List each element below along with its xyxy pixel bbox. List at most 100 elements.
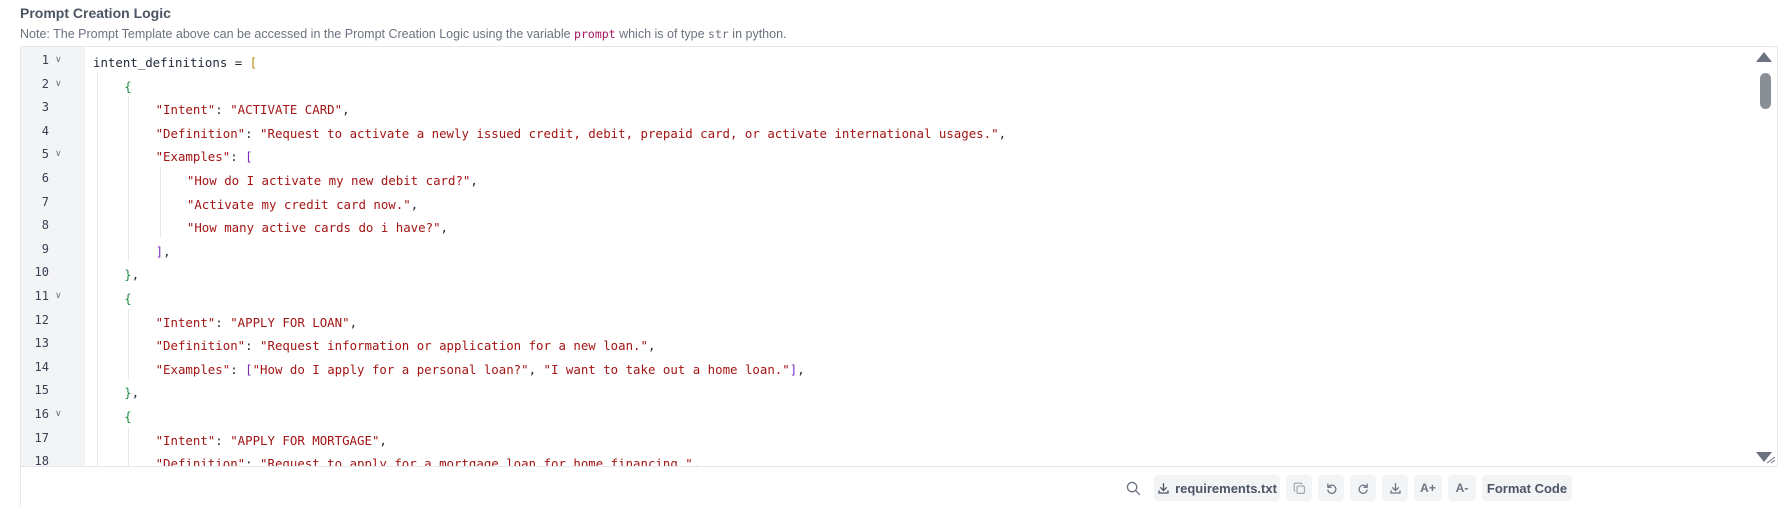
code-text: "Examples": ["How do I apply for a perso… [156, 362, 805, 377]
code-line[interactable]: 9], [21, 237, 1751, 262]
indent-guide [97, 403, 98, 427]
code-line[interactable]: 14 "Examples": ["How do I apply for a per… [21, 355, 1751, 380]
template-note: Note: The Prompt Template above can be a… [20, 27, 787, 41]
vertical-scrollbar[interactable] [1756, 47, 1778, 466]
code-line[interactable]: 16 ∨ { [21, 403, 1751, 427]
indent-guide [159, 190, 161, 215]
code-token: "APPLY FOR LOAN" [230, 314, 350, 330]
indent-guide [97, 332, 98, 356]
line-number: 12 [34, 312, 49, 327]
code-text: { [124, 291, 131, 306]
fold-chevron-icon[interactable]: ∨ [55, 55, 62, 65]
code-editor: 1 ∨ intent_definitions = [2 ∨{3 "Intent": "A… [20, 46, 1778, 508]
font-increase-label: A+ [1420, 481, 1436, 495]
indent-guide [97, 426, 98, 451]
redo-icon [1358, 482, 1368, 494]
code-line[interactable]: 10}, [21, 261, 1751, 285]
format-code-button[interactable]: Format Code [1482, 475, 1572, 501]
fold-chevron-icon[interactable]: ∨ [55, 149, 62, 159]
scroll-up-arrow[interactable] [1756, 52, 1772, 62]
code-line[interactable]: 11 ∨ { [21, 285, 1751, 309]
code-token: [ [249, 55, 258, 70]
code-token: "ACTIVATE CARD" [230, 102, 343, 118]
code-line[interactable]: 12 "Intent": "APPLY FOR LOAN", [21, 308, 1751, 333]
line-number: 3 [41, 100, 49, 115]
font-increase-button[interactable]: A+ [1414, 475, 1442, 501]
download-button[interactable] [1382, 475, 1408, 501]
search-button[interactable] [1120, 475, 1146, 501]
code-text: }, [124, 267, 139, 282]
line-number: 1 [41, 53, 49, 67]
code-token: , [797, 361, 805, 377]
requirements-button[interactable]: requirements.txt [1154, 475, 1280, 501]
requirements-label: requirements.txt [1175, 480, 1277, 496]
code-line[interactable]: 6 "How do I activate my new debit card?", [21, 167, 1751, 191]
code-token: : [245, 338, 261, 354]
code-token: { [124, 409, 132, 424]
note-text-after: in python. [732, 27, 787, 41]
code-token: , [410, 196, 419, 212]
indent-guide [97, 308, 98, 333]
indent-guide [97, 355, 98, 380]
line-number: 13 [34, 336, 49, 351]
undo-button[interactable] [1318, 475, 1344, 501]
font-decrease-button[interactable]: A- [1448, 475, 1476, 501]
line-number: 9 [41, 241, 49, 256]
fold-chevron-icon[interactable]: ∨ [55, 291, 62, 301]
code-text: "Intent": "APPLY FOR MORTGAGE", [156, 433, 387, 448]
code-text: { [124, 79, 131, 94]
code-text: { [124, 409, 131, 424]
indent-guide [128, 190, 130, 215]
indent-guide [97, 143, 98, 167]
undo-icon [1326, 482, 1336, 494]
line-number: 7 [41, 194, 49, 209]
code-token: } [124, 267, 132, 283]
code-token: "Activate my credit card now." [186, 196, 411, 212]
code-line[interactable]: 3 "Intent": "ACTIVATE CARD", [21, 96, 1751, 120]
code-line[interactable]: 2 ∨ { [21, 72, 1751, 97]
code-text: "Definition": "Request to activate a new… [156, 126, 1006, 141]
code-token: : [215, 432, 231, 448]
code-token: "Request to activate a newly issued cred… [260, 125, 999, 141]
code-token: "Definition" [155, 125, 246, 141]
code-token: : [245, 456, 261, 466]
code-line[interactable]: 17 "Intent": "APPLY FOR MORTGAGE", [21, 426, 1751, 451]
code-line[interactable]: 4 "Definition": "Request to activate a ne… [21, 119, 1751, 144]
code-line[interactable]: 8 "How many active cards do i have?", [21, 214, 1751, 238]
code-token: , [440, 220, 448, 236]
scroll-thumb[interactable] [1760, 73, 1771, 109]
indent-guide [128, 96, 130, 120]
code-line[interactable]: 5 ∨ "Examples": [ [21, 143, 1751, 167]
line-number: 17 [34, 430, 49, 445]
fold-chevron-icon[interactable]: ∨ [55, 79, 62, 89]
code-token: , [692, 456, 701, 466]
code-line[interactable]: 18 "Definition": "Request to apply for a … [21, 450, 1751, 466]
copy-button[interactable] [1286, 475, 1312, 501]
fold-chevron-icon[interactable]: ∨ [55, 409, 62, 419]
code-line[interactable]: 13 "Definition": "Request information or … [21, 332, 1751, 356]
line-number: 15 [34, 383, 49, 398]
indent-guide [97, 379, 98, 403]
line-number: 5 [41, 147, 49, 162]
code-token: "Examples" [155, 361, 231, 377]
code-text: "How do I activate my new debit card?", [187, 173, 478, 188]
editor-toolbar: requirements.txt A+ A- Format Code [21, 466, 1778, 508]
code-line[interactable]: 7 "Activate my credit card now.", [21, 190, 1751, 215]
code-line[interactable]: 1 ∨ intent_definitions = [ [21, 49, 1751, 73]
code-text: "Activate my credit card now.", [187, 197, 418, 212]
code-token: , [528, 361, 544, 377]
indent-guide [128, 237, 130, 262]
code-area[interactable]: 1 ∨ intent_definitions = [2 ∨{3 "Intent": "A… [21, 47, 1778, 466]
indent-guide [97, 72, 98, 97]
code-line[interactable]: 15}, [21, 379, 1751, 403]
code-token: , [379, 432, 387, 448]
code-token: , [470, 173, 478, 188]
resize-handle-icon[interactable] [1766, 456, 1776, 464]
line-number: 14 [34, 359, 49, 374]
indent-guide [97, 214, 98, 238]
redo-button[interactable] [1350, 475, 1376, 501]
code-token: , [998, 125, 1007, 141]
code-token: ] [155, 243, 164, 259]
code-token: } [124, 385, 132, 401]
code-token: "How do I apply for a personal loan?" [252, 361, 529, 377]
